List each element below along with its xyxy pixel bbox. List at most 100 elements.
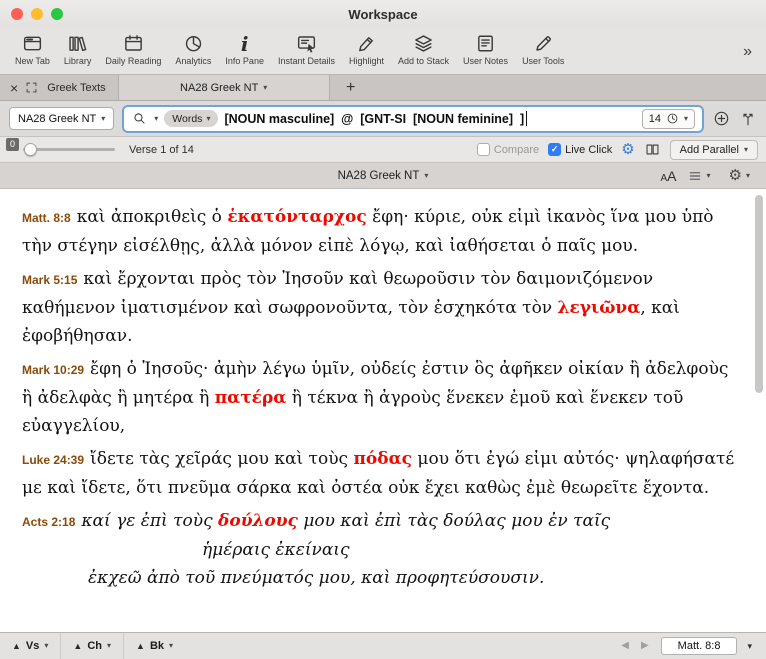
history-forward-button[interactable]: ▶ <box>635 641 655 651</box>
text-pane[interactable]: Matt. 8:8καὶ ἀποκριθεὶς ὁ ἑκατόνταρχος ἔ… <box>0 189 766 632</box>
verse-reference[interactable]: Mark 10:29 <box>22 363 84 377</box>
toolbar-button-label: Instant Details <box>278 56 335 66</box>
live-click-control[interactable]: ✓ Live Click <box>548 143 612 156</box>
verse-text: καί γε ἐπὶ τοὺς <box>81 511 218 531</box>
reference-dropdown-icon[interactable]: ▾ <box>741 641 758 652</box>
compare-control[interactable]: ✓ Compare <box>477 143 539 156</box>
toolbar-button-label: New Tab <box>15 56 50 66</box>
chevron-down-icon[interactable]: ▾ <box>107 642 111 650</box>
scrollbar[interactable] <box>754 193 763 628</box>
search-hit-word[interactable]: ἑκατόνταρχος <box>227 207 366 227</box>
hit-count-value: 14 <box>649 113 661 125</box>
title-bar: Workspace <box>0 0 766 28</box>
toolbar-button-user-tools[interactable]: User Tools <box>515 30 571 67</box>
toolbar-button-label: Library <box>64 56 92 66</box>
text-cursor <box>526 111 527 126</box>
triangle-up-icon[interactable]: ▲ <box>136 642 145 651</box>
text-size-small-label: A <box>661 173 668 184</box>
book-nav-control[interactable]: ▲ Bk ▾ <box>123 633 185 659</box>
search-icon[interactable] <box>131 111 148 126</box>
compare-checkbox[interactable]: ✓ <box>477 143 490 156</box>
verse-reference[interactable]: Luke 24:39 <box>22 453 84 467</box>
toolbar-button-label: Info Pane <box>225 56 264 66</box>
chapter-nav-label: Ch <box>87 640 102 652</box>
slider-thumb[interactable] <box>24 143 37 156</box>
slider-value-badge: 0 <box>6 138 19 151</box>
search-hit-word[interactable]: δούλους <box>218 511 298 531</box>
toolbar-button-add-to-stack[interactable]: Add to Stack <box>391 30 456 67</box>
chevron-down-icon[interactable]: ▾ <box>169 642 173 650</box>
search-box[interactable]: ▾ Words ▾ [NOUN masculine] @ [GNT-SI [NO… <box>122 105 704 133</box>
tab-strip: × Greek Texts NA28 Greek NT ▾ + <box>0 74 766 101</box>
new-tab-icon <box>22 31 43 56</box>
triangle-up-icon[interactable]: ▲ <box>12 642 21 651</box>
toolbar-button-new-tab[interactable]: New Tab <box>8 30 57 67</box>
tab-na28-greek-nt[interactable]: NA28 Greek NT ▾ <box>118 75 330 100</box>
toolbar-button-daily-reading[interactable]: Daily Reading <box>98 30 168 67</box>
chapter-nav-control[interactable]: ▲ Ch ▾ <box>60 633 123 659</box>
search-query-text: [NOUN masculine] @ [GNT-SI [NOUN feminin… <box>224 112 524 126</box>
verse-control-row: 0 Verse 1 of 14 ✓ Compare ✓ Live Click ⚙ <box>0 137 766 163</box>
verse-reference[interactable]: Matt. 8:8 <box>22 211 71 225</box>
add-search-icon[interactable] <box>712 110 731 127</box>
zoom-window-button[interactable] <box>51 8 63 20</box>
verse-text: καὶ ἀποκριθεὶς ὁ <box>77 207 228 227</box>
text-size-button[interactable]: A A <box>661 168 677 184</box>
pane-title-selector[interactable]: NA28 Greek NT ▾ <box>0 170 766 182</box>
expand-icon[interactable] <box>22 81 41 94</box>
window-title: Workspace <box>0 7 766 22</box>
check-icon: ✓ <box>551 145 559 154</box>
toolbar-button-highlight[interactable]: Highlight <box>342 30 391 67</box>
search-hit-word[interactable]: λεγιῶνα <box>558 298 641 318</box>
instant-details-icon <box>296 31 317 56</box>
live-click-checkbox[interactable]: ✓ <box>548 143 561 156</box>
hit-count-control[interactable]: 14 ▾ <box>642 109 695 129</box>
verse-slider[interactable] <box>23 142 115 157</box>
search-input[interactable]: [NOUN masculine] @ [GNT-SI [NOUN feminin… <box>224 111 635 126</box>
toolbar-button-user-notes[interactable]: User Notes <box>456 30 515 67</box>
display-settings-icon[interactable] <box>687 169 703 183</box>
amplify-split-icon[interactable] <box>739 111 757 127</box>
parallel-panes-icon[interactable] <box>644 142 661 157</box>
chevron-down-icon[interactable]: ▾ <box>44 642 48 650</box>
search-hit-word[interactable]: πατέρα <box>215 388 287 408</box>
bottom-bar: ▲ Vs ▾ ▲ Ch ▾ ▲ Bk ▾ ◀ ▶ Matt. 8:8 ▾ <box>0 632 766 659</box>
workspace-tab-greek-texts[interactable]: Greek Texts <box>41 82 118 94</box>
search-hit-word[interactable]: πόδας <box>353 449 412 469</box>
scrollbar-thumb[interactable] <box>755 195 763 393</box>
new-tab-button[interactable]: + <box>330 75 372 100</box>
chevron-down-icon: ▾ <box>707 172 711 180</box>
pane-settings-gear-icon[interactable]: ⚙ <box>729 168 742 183</box>
live-click-settings-gear-icon[interactable]: ⚙ <box>621 142 634 157</box>
add-parallel-label: Add Parallel <box>680 144 739 156</box>
minimize-window-button[interactable] <box>31 8 43 20</box>
close-window-button[interactable] <box>11 8 23 20</box>
verse-nav-control[interactable]: ▲ Vs ▾ <box>8 633 60 659</box>
text-size-large-label: A <box>667 168 676 184</box>
toolbar-button-info-pane[interactable]: iInfo Pane <box>218 30 271 67</box>
history-back-button[interactable]: ◀ <box>615 641 635 651</box>
pane-controls: ✓ Compare ✓ Live Click ⚙ Add Parallel ▾ <box>477 140 760 160</box>
toolbar-button-instant-details[interactable]: Instant Details <box>271 30 342 67</box>
library-icon <box>67 31 88 56</box>
go-to-reference-field[interactable]: Matt. 8:8 <box>661 637 738 655</box>
close-icon[interactable]: × <box>0 81 22 95</box>
toolbar-button-library[interactable]: Library <box>57 30 99 67</box>
info-pane-icon: i <box>241 31 249 56</box>
module-selector[interactable]: NA28 Greek NT ▾ <box>9 107 114 130</box>
triangle-up-icon[interactable]: ▲ <box>73 642 82 651</box>
toolbar-button-label: Add to Stack <box>398 56 449 66</box>
search-scope-selector[interactable]: Words ▾ <box>164 110 218 127</box>
verse-reference[interactable]: Mark 5:15 <box>22 273 77 287</box>
toolbar-button-analytics[interactable]: Analytics <box>168 30 218 67</box>
toolbar-button-label: Analytics <box>175 56 211 66</box>
module-selector-label: NA28 Greek NT <box>18 113 96 125</box>
chevron-down-icon: ▾ <box>206 115 210 123</box>
toolbar-overflow-button[interactable]: » <box>735 43 760 61</box>
verse: Mark 10:29ἔφη ὁ Ἰησοῦς· ἀμὴν λέγω ὑμῖν, … <box>22 355 736 440</box>
pane-tools: A A ▾ ⚙ ▾ <box>661 168 766 184</box>
verse-reference[interactable]: Acts 2:18 <box>22 515 75 529</box>
add-parallel-button[interactable]: Add Parallel ▾ <box>670 140 758 160</box>
verse: Acts 2:18καί γε ἐπὶ τοὺς δούλους μου καὶ… <box>22 507 736 592</box>
chevron-down-icon[interactable]: ▾ <box>154 115 158 123</box>
